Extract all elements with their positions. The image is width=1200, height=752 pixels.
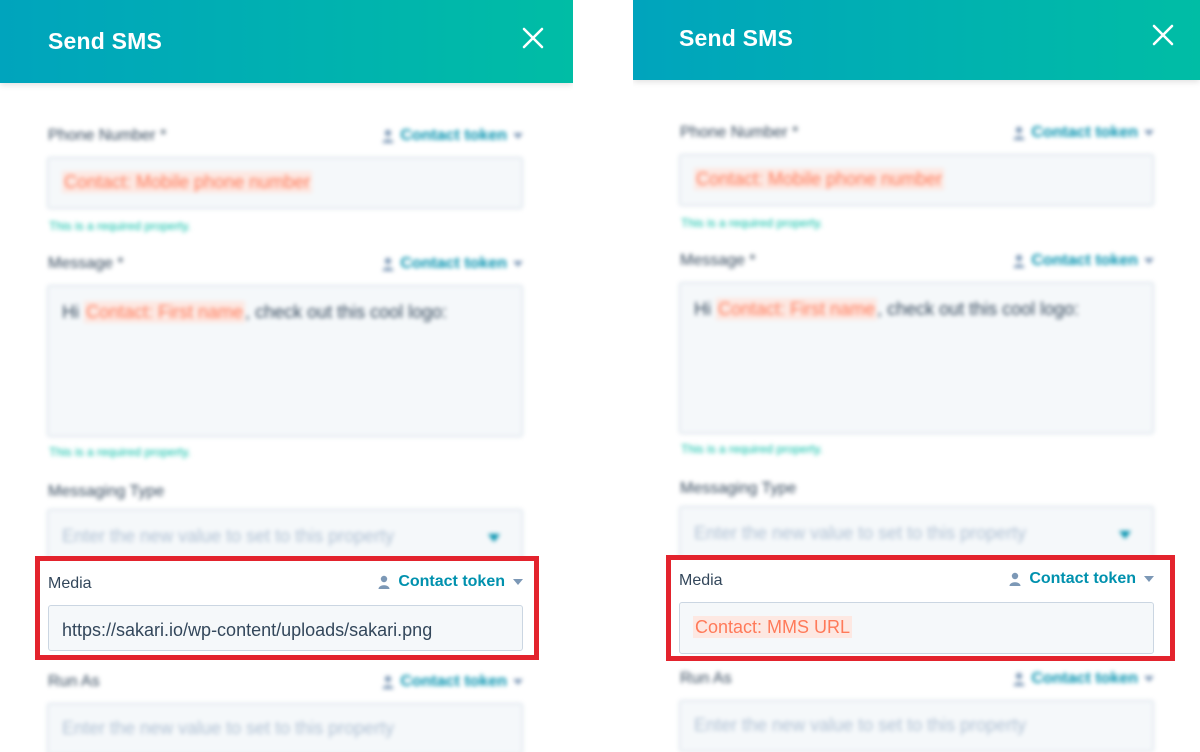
messaging-type-label: Messaging Type bbox=[680, 480, 797, 497]
contact-person-icon bbox=[382, 129, 394, 143]
message-field: Message * Contact token Hi Contact: Firs… bbox=[679, 252, 1154, 456]
close-icon bbox=[1152, 24, 1174, 46]
token-label: Contact token bbox=[1029, 570, 1136, 587]
caret-down-icon bbox=[1144, 576, 1154, 582]
caret-down-icon bbox=[1144, 130, 1154, 136]
phone-input[interactable]: Contact: Mobile phone number bbox=[47, 157, 523, 209]
message-contact-token-button[interactable]: Contact token bbox=[382, 255, 523, 273]
token-label: Contact token bbox=[400, 255, 507, 272]
message-token-value: Contact: First name bbox=[84, 301, 246, 323]
message-textarea[interactable]: Hi Contact: First name, check out this c… bbox=[47, 285, 523, 437]
media-value: https://sakari.io/wp-content/uploads/sak… bbox=[62, 620, 433, 640]
message-label: Message * bbox=[48, 255, 124, 272]
contact-person-icon bbox=[382, 257, 394, 271]
token-label: Contact token bbox=[400, 127, 507, 144]
close-button[interactable] bbox=[1151, 23, 1175, 47]
phone-token-value: Contact: Mobile phone number bbox=[62, 171, 313, 193]
panel-header: Send SMS bbox=[633, 0, 1200, 80]
phone-field: Phone Number * Contact token Contact: Mo… bbox=[679, 124, 1154, 230]
token-label: Contact token bbox=[1031, 670, 1138, 687]
run-as-label: Run As bbox=[680, 670, 732, 687]
messaging-type-field: Messaging Type Enter the new value to se… bbox=[679, 480, 1154, 566]
token-label: Contact token bbox=[400, 673, 507, 690]
token-label: Contact token bbox=[1031, 124, 1138, 141]
run-as-input[interactable]: Enter the new value to set to this prope… bbox=[47, 703, 523, 752]
panel-header: Send SMS bbox=[0, 0, 573, 83]
run-as-contact-token-button[interactable]: Contact token bbox=[382, 673, 523, 691]
phone-token-value: Contact: Mobile phone number bbox=[694, 168, 945, 190]
message-token-value: Contact: First name bbox=[716, 298, 878, 320]
message-label: Message * bbox=[680, 252, 756, 269]
caret-down-icon bbox=[1119, 531, 1131, 539]
message-suffix: , check out this cool logo: bbox=[877, 299, 1080, 319]
media-label: Media bbox=[48, 575, 92, 592]
phone-contact-token-button[interactable]: Contact token bbox=[1013, 124, 1154, 142]
message-prefix: Hi bbox=[694, 299, 716, 319]
message-helper: This is a required property. bbox=[681, 442, 823, 456]
caret-down-icon bbox=[513, 579, 523, 585]
message-suffix: , check out this cool logo: bbox=[245, 302, 448, 322]
contact-person-icon bbox=[1009, 572, 1021, 586]
media-label: Media bbox=[679, 572, 723, 589]
phone-contact-token-button[interactable]: Contact token bbox=[382, 127, 523, 145]
close-icon bbox=[522, 27, 544, 49]
caret-down-icon bbox=[513, 261, 523, 267]
run-as-placeholder: Enter the new value to set to this prope… bbox=[62, 718, 395, 738]
caret-down-icon bbox=[513, 679, 523, 685]
caret-down-icon bbox=[513, 133, 523, 139]
media-contact-token-button[interactable]: Contact token bbox=[1009, 570, 1154, 588]
close-button[interactable] bbox=[521, 26, 545, 50]
run-as-contact-token-button[interactable]: Contact token bbox=[1013, 670, 1154, 688]
message-helper: This is a required property. bbox=[49, 445, 191, 459]
message-prefix: Hi bbox=[62, 302, 84, 322]
phone-label: Phone Number * bbox=[680, 124, 799, 141]
contact-person-icon bbox=[1013, 126, 1025, 140]
caret-down-icon bbox=[1144, 258, 1154, 264]
contact-person-icon bbox=[382, 675, 394, 689]
messaging-type-label: Messaging Type bbox=[48, 483, 165, 500]
run-as-input[interactable]: Enter the new value to set to this prope… bbox=[679, 700, 1154, 752]
phone-helper: This is a required property. bbox=[681, 216, 823, 230]
messaging-type-placeholder: Enter the new value to set to this prope… bbox=[694, 523, 1027, 543]
run-as-field: Run As Contact token Enter the new value… bbox=[679, 670, 1154, 752]
media-contact-token-button[interactable]: Contact token bbox=[378, 573, 523, 591]
contact-person-icon bbox=[1013, 672, 1025, 686]
message-field: Message * Contact token Hi Contact: Firs… bbox=[47, 255, 523, 459]
caret-down-icon bbox=[1144, 676, 1154, 682]
run-as-field: Run As Contact token Enter the new value… bbox=[47, 673, 523, 752]
contact-person-icon bbox=[378, 575, 390, 589]
panel-title: Send SMS bbox=[48, 28, 163, 54]
media-input[interactable]: Contact: MMS URL bbox=[679, 602, 1154, 654]
caret-down-icon bbox=[488, 534, 500, 542]
send-sms-panel-right: Send SMS Phone Number * Contact token Co… bbox=[633, 0, 1200, 752]
token-label: Contact token bbox=[1031, 252, 1138, 269]
phone-label: Phone Number * bbox=[48, 127, 167, 144]
messaging-type-placeholder: Enter the new value to set to this prope… bbox=[62, 526, 395, 546]
run-as-label: Run As bbox=[48, 673, 100, 690]
send-sms-panel-left: Send SMS Phone Number * Contact token Co… bbox=[0, 0, 573, 752]
token-label: Contact token bbox=[398, 573, 505, 590]
media-token-value: Contact: MMS URL bbox=[693, 616, 853, 638]
phone-input[interactable]: Contact: Mobile phone number bbox=[679, 154, 1154, 206]
message-contact-token-button[interactable]: Contact token bbox=[1013, 252, 1154, 270]
phone-field: Phone Number * Contact token Contact: Mo… bbox=[47, 127, 523, 233]
run-as-placeholder: Enter the new value to set to this prope… bbox=[694, 715, 1027, 735]
contact-person-icon bbox=[1013, 254, 1025, 268]
message-textarea[interactable]: Hi Contact: First name, check out this c… bbox=[679, 282, 1154, 434]
phone-helper: This is a required property. bbox=[49, 219, 191, 233]
messaging-type-field: Messaging Type Enter the new value to se… bbox=[47, 483, 523, 569]
panel-title: Send SMS bbox=[679, 25, 794, 51]
media-input[interactable]: https://sakari.io/wp-content/uploads/sak… bbox=[48, 605, 523, 651]
